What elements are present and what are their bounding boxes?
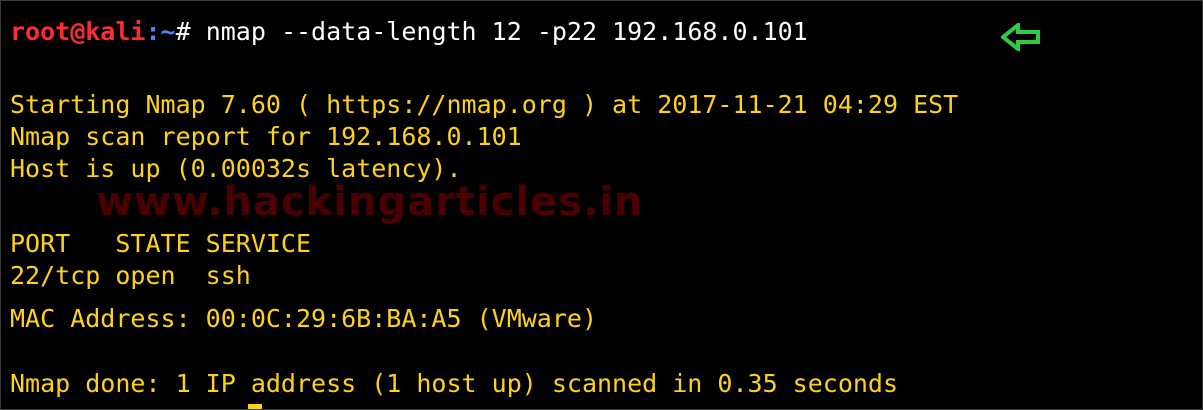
text-cursor [248,404,262,409]
output-start-line: Starting Nmap 7.60 ( https://nmap.org ) … [10,90,959,119]
prompt-symbol: # [175,17,206,46]
port-table-row: 22/tcp open ssh [10,261,251,290]
prompt-path: :~ [145,17,176,46]
watermark-text: www.hackingarticles.in [96,179,644,225]
terminal-window[interactable]: root@kali:~# nmap --data-length 12 -p22 … [0,0,1203,410]
port-table-header: PORT STATE SERVICE [10,229,312,258]
command-text: nmap --data-length 12 -p22 192.168.0.101 [205,17,808,46]
output-report-line: Nmap scan report for 192.168.0.101 [10,122,522,151]
output-done-line: Nmap done: 1 IP address (1 host up) scan… [10,369,899,398]
prompt-user-host: root@kali [10,17,146,46]
command-prompt-line: root@kali:~# nmap --data-length 12 -p22 … [10,17,808,47]
left-arrow-icon [1001,23,1040,51]
output-mac-address-line: MAC Address: 00:0C:29:6B:BA:A5 (VMware) [10,304,597,333]
